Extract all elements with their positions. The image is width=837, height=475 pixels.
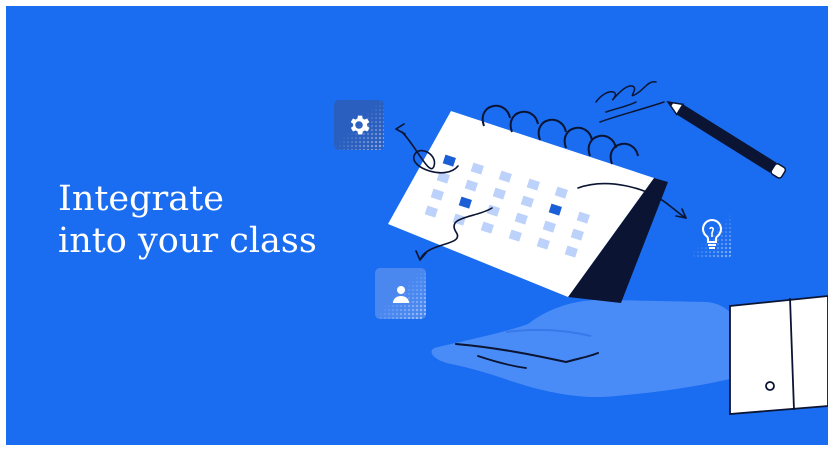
hand-icon: [431, 299, 734, 398]
calendar-icon: [388, 104, 668, 303]
pencil-icon: [666, 100, 787, 179]
scribble: [595, 81, 665, 123]
shirt-cuff: [729, 295, 828, 415]
gear-icon: [350, 115, 370, 135]
lightbulb-icon: [702, 218, 722, 249]
user-tile: [375, 268, 426, 319]
idea-tile: [692, 210, 732, 258]
user-icon: [392, 285, 409, 303]
hero-banner: Integrate into your class: [6, 6, 828, 445]
settings-tile: [334, 100, 384, 150]
